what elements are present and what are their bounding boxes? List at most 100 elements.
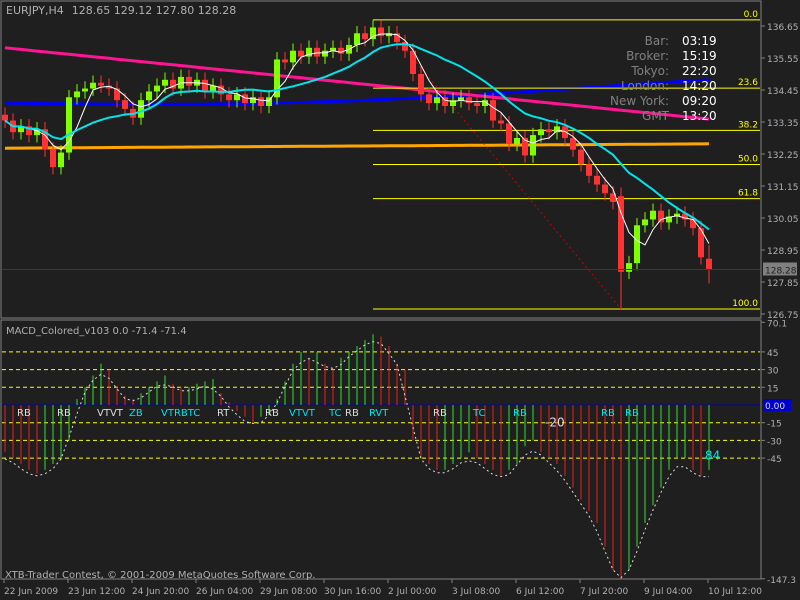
- candle-body: [690, 219, 696, 229]
- candle: [306, 40, 312, 64]
- macd-signal-label: VTVT: [97, 408, 124, 419]
- candle: [682, 206, 688, 227]
- candle: [706, 245, 712, 284]
- candle-body: [114, 88, 120, 101]
- candle: [138, 92, 144, 125]
- candle: [370, 20, 376, 47]
- macd-signal-label: RB: [57, 408, 71, 419]
- candle: [666, 209, 672, 230]
- macd-signal-label: RB: [345, 408, 359, 419]
- fib-level-label: 38.2: [738, 120, 758, 130]
- info-label: Tokyo:: [630, 64, 669, 78]
- macd-signal-label: RB: [265, 408, 279, 419]
- macd-signal-label: RB: [433, 408, 447, 419]
- candle-body: [58, 152, 64, 168]
- macd-annotation: 84: [705, 449, 720, 463]
- macd-annotation: -20: [545, 416, 565, 430]
- candle: [522, 130, 528, 163]
- candle-body: [546, 129, 552, 133]
- candle: [354, 26, 360, 53]
- candle: [42, 122, 48, 157]
- candle-body: [314, 47, 320, 57]
- candle: [322, 43, 328, 64]
- info-value: 14:20: [682, 79, 717, 93]
- metatrader-chart-window: 0.0 23.6 38.2 50.0 61.8 100.0 RB RB VTVT ZB VTRBT…: [0, 0, 800, 600]
- candle-body: [50, 149, 56, 168]
- macd-tick-label: 30: [767, 367, 779, 377]
- time-tick-label: 3 Jul 08:00: [452, 587, 501, 597]
- macd-tick-label: -45: [767, 455, 782, 465]
- candle: [258, 90, 264, 114]
- candle-body: [498, 120, 504, 124]
- price-tick-label: 130.05: [767, 215, 799, 225]
- macd-panel: RB RB VTVT ZB VTRBTC RT RB VTVT TC RB RVT RB TC RB RB R…: [2, 334, 760, 579]
- candle-body: [578, 149, 584, 165]
- price-tick-label: 136.65: [767, 23, 799, 33]
- macd-title: MACD_Colored_v103 0.0 -71.4 -71.4: [6, 326, 187, 337]
- candle-body: [282, 59, 288, 63]
- price-tick-label: 127.85: [767, 279, 799, 289]
- moving-average-slow-pink: [4, 46, 710, 121]
- info-label: New York:: [610, 94, 669, 108]
- candle: [410, 43, 416, 82]
- candle-body: [658, 210, 664, 223]
- candle: [2, 107, 8, 128]
- time-tick-label: 9 Jul 04:00: [644, 587, 693, 597]
- time-tick-label: 6 Jul 12:00: [516, 587, 565, 597]
- candle-body: [2, 114, 8, 121]
- candle-body: [506, 123, 512, 144]
- candle: [90, 75, 96, 96]
- candle: [402, 34, 408, 58]
- candle: [602, 177, 608, 201]
- info-label: Broker:: [626, 49, 669, 63]
- candle: [466, 90, 472, 111]
- candle-body: [322, 50, 328, 57]
- info-label: GMT: [642, 109, 670, 123]
- candle-body: [634, 225, 640, 264]
- macd-tick-label: 15: [767, 384, 778, 394]
- candle: [210, 78, 216, 99]
- candle-body: [354, 33, 360, 45]
- candle-body: [570, 138, 576, 150]
- price-tick-label: 135.55: [767, 55, 799, 65]
- info-value: 09:20: [682, 94, 717, 108]
- time-tick-label: 22 Jun 2009: [4, 587, 58, 597]
- price-tick-label: 133.35: [767, 119, 799, 129]
- candle: [66, 90, 72, 160]
- candle: [218, 78, 224, 102]
- candle-body: [474, 103, 480, 106]
- candle: [74, 84, 80, 105]
- macd-signal-label: RVT: [369, 408, 389, 419]
- candle-body: [514, 138, 520, 144]
- moving-average-medium: [4, 43, 710, 231]
- info-value: 15:19: [682, 49, 717, 63]
- macd-signal-label: RB: [601, 408, 615, 419]
- macd-signal-label: VTRBTC: [161, 408, 200, 419]
- candle-body: [490, 100, 496, 121]
- macd-tick-label: -147.3: [767, 576, 796, 586]
- price-tick-label: 128.95: [767, 247, 799, 257]
- candle-body: [290, 50, 296, 63]
- candle: [546, 122, 552, 140]
- candle-body: [146, 91, 152, 101]
- candle: [314, 40, 320, 64]
- info-value: 13:20: [682, 109, 717, 123]
- macd-signal-label: TC: [472, 408, 486, 419]
- chart-canvas[interactable]: 0.0 23.6 38.2 50.0 61.8 100.0 RB RB VTVT ZB VTRBT…: [0, 0, 800, 600]
- candle: [290, 43, 296, 70]
- candle: [82, 81, 88, 99]
- price-tick-label: 132.25: [767, 151, 799, 161]
- fib-level-label: 23.6: [738, 78, 758, 88]
- candle-body: [434, 97, 440, 104]
- time-tick-label: 2 Jul 00:00: [388, 587, 437, 597]
- macd-signal-label: ZB: [129, 408, 143, 419]
- candle-body: [642, 219, 648, 226]
- candle: [474, 95, 480, 114]
- candle-body: [362, 33, 368, 40]
- candle-body: [602, 184, 608, 194]
- current-price-label: 128.28: [765, 266, 797, 276]
- macd-signal-label: RB: [17, 408, 31, 419]
- candle: [498, 113, 504, 131]
- macd-tick-label: 70.1: [767, 319, 787, 329]
- price-tick-label: 131.15: [767, 183, 799, 193]
